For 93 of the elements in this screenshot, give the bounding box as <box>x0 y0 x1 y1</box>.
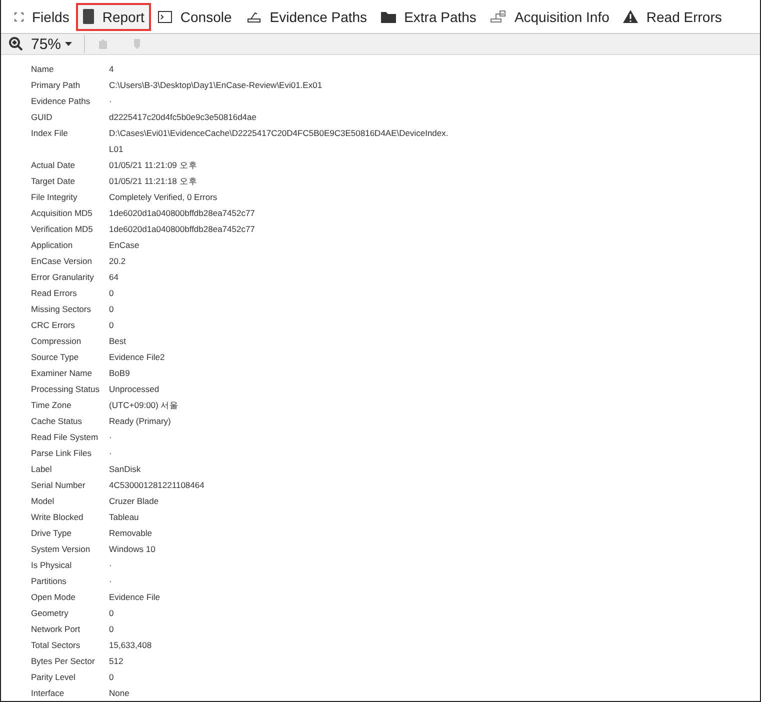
field-value: d2225417c20d4fc5b0e9c3e50816d4ae <box>109 111 256 124</box>
field-label: Actual Date <box>31 159 76 172</box>
field-value: 0 <box>109 623 114 636</box>
field-label: Bytes Per Sector <box>31 655 96 668</box>
field-label: Compression <box>31 335 82 348</box>
field-value: 15,633,408 <box>109 639 152 652</box>
field-label: Application <box>31 239 74 252</box>
field-value: 1de6020d1a040800bffdb28ea7452c77 <box>109 223 255 236</box>
tab[interactable]: Fields <box>7 2 76 31</box>
field-label: Parity Level <box>31 671 76 684</box>
tab[interactable]: Read Errors <box>616 2 729 31</box>
field-value: Cruzer Blade <box>109 495 159 508</box>
field-label: File Integrity <box>31 191 78 204</box>
tab[interactable]: Extra Paths <box>374 2 484 31</box>
field-label: Read File System <box>31 431 100 444</box>
tab[interactable]: Evidence Paths <box>238 2 374 31</box>
field-value: Removable <box>109 527 152 540</box>
field-value: · <box>109 559 112 572</box>
field-value: Windows 10 <box>109 543 156 556</box>
field-value: 64 <box>109 271 118 284</box>
field-value: None <box>109 687 130 700</box>
field-label: Partitions <box>31 575 68 588</box>
console-icon <box>158 10 172 23</box>
field-label: Time Zone <box>31 399 72 412</box>
field-label: Examiner Name <box>31 367 93 380</box>
field-label: GUID <box>31 111 54 124</box>
field-value: Completely Verified, 0 Errors <box>109 191 218 204</box>
field-value: 20.2 <box>109 255 126 268</box>
field-value: 0 <box>109 319 114 332</box>
zoom-icon[interactable] <box>9 37 23 52</box>
field-value: 4 <box>109 63 114 76</box>
field-label: Missing Sectors <box>31 303 92 316</box>
field-label: Index File <box>31 127 69 140</box>
field-label: Target Date <box>31 175 76 188</box>
field-value: 0 <box>109 303 114 316</box>
field-value: · <box>109 95 112 108</box>
field-value: BoB9 <box>109 367 130 380</box>
field-label: Open Mode <box>31 591 76 604</box>
field-value: 0 <box>109 287 114 300</box>
field-value: Unprocessed <box>109 383 160 396</box>
field-value: 512 <box>109 655 124 668</box>
field-label: Acquisition MD5 <box>31 207 94 220</box>
field-label: EnCase Version <box>31 255 93 268</box>
field-label: Network Port <box>31 623 82 636</box>
tab[interactable]: Report <box>76 2 152 31</box>
field-label: Parse Link Files <box>31 447 92 460</box>
field-value: · <box>109 575 112 588</box>
brackets-icon <box>14 12 24 22</box>
field-label: Name <box>31 63 55 76</box>
field-label: Drive Type <box>31 527 72 540</box>
field-value: Evidence File2 <box>109 351 165 364</box>
field-label: Cache Status <box>31 415 84 428</box>
field-value: D:\Cases\Evi01\EvidenceCache\D2225417C20D4FC5B0E9C3E50816D4AE\DeviceIndex. L01 <box>109 127 448 156</box>
field-label: Write Blocked <box>31 511 84 524</box>
field-value: 1de6020d1a040800bffdb28ea7452c77 <box>109 207 255 220</box>
folder-icon <box>381 10 396 23</box>
field-label: Total Sectors <box>31 639 82 652</box>
field-value: Best <box>109 335 126 348</box>
field-label: Processing Status <box>31 383 101 396</box>
field-value: · <box>109 447 112 460</box>
field-label: Primary Path <box>31 79 82 92</box>
field-value: Evidence File <box>109 591 160 604</box>
field-label: Is Physical <box>31 559 73 572</box>
caret-icon <box>65 42 72 46</box>
field-value: · <box>109 431 112 444</box>
field-label: CRC Errors <box>31 319 76 332</box>
zoom-dropdown[interactable]: 75% <box>31 36 72 53</box>
field-label: Label <box>31 463 53 476</box>
field-label: Interface <box>31 687 66 700</box>
tab[interactable]: Console <box>151 2 239 31</box>
field-value: 01/05/21 11:21:18 오후 <box>109 175 198 188</box>
field-label: System Version <box>31 543 92 556</box>
field-label: Model <box>31 495 56 508</box>
field-value: EnCase <box>109 239 140 252</box>
field-label: Serial Number <box>31 479 86 492</box>
field-value: 0 <box>109 671 114 684</box>
warning-icon <box>623 10 638 24</box>
field-label: Geometry <box>31 607 70 620</box>
field-label: Source Type <box>31 351 80 364</box>
field-value: 01/05/21 11:21:09 오후 <box>109 159 198 172</box>
field-label: Evidence Paths <box>31 95 92 108</box>
field-value: Tableau <box>109 511 139 524</box>
page-up-icon[interactable] <box>97 38 110 50</box>
field-value: Ready (Primary) <box>109 415 171 428</box>
field-value: 0 <box>109 607 114 620</box>
field-value: SanDisk <box>109 463 141 476</box>
tab[interactable]: Acquisition Info <box>483 2 616 31</box>
field-label: Read Errors <box>31 287 78 300</box>
field-label: Error Granularity <box>31 271 95 284</box>
field-value: C:\Users\B-3\Desktop\Day1\EnCase-Review\Evi01.Ex01 <box>109 79 322 92</box>
field-value: (UTC+09:00) 서울 <box>109 399 179 412</box>
field-label: Verification MD5 <box>31 223 94 236</box>
field-value: 4C530001281221108464 <box>109 479 204 492</box>
